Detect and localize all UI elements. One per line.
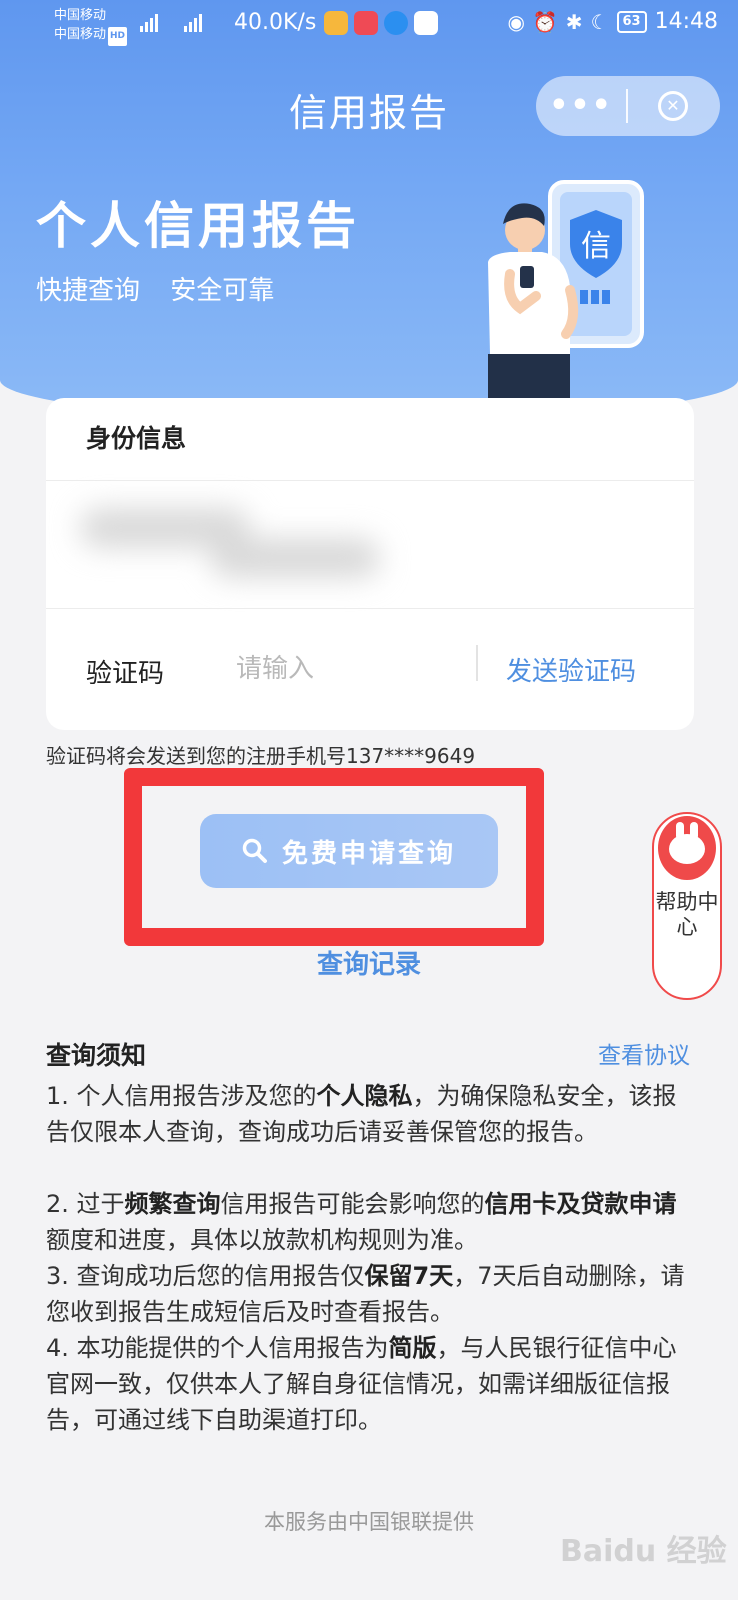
more-button[interactable]: ••• — [536, 76, 626, 136]
baidu-watermark: Baidu 经验 — [560, 1534, 727, 1569]
banner-subtitle: 快捷查询 安全可靠 — [36, 270, 296, 307]
blurred-identity-info — [70, 498, 390, 588]
send-code-button[interactable]: 发送验证码 — [506, 651, 636, 688]
mail-app-icon — [324, 11, 348, 35]
help-center-label: 帮助中心 — [655, 890, 719, 939]
banner-title: 个人信用报告 — [36, 197, 360, 255]
view-agreement-link[interactable]: 查看协议 — [598, 1036, 690, 1070]
music-app-icon — [414, 11, 438, 35]
banner-sub-1: 快捷查询 — [36, 276, 141, 306]
signal-icon-2 — [184, 14, 204, 34]
person-phone-illustration: 信 — [488, 180, 644, 398]
verify-code-label: 验证码 — [86, 659, 165, 689]
query-record-link[interactable]: 查询记录 — [0, 944, 738, 981]
notice-item-1: 1. 个人信用报告涉及您的个人隐私，为确保隐私安全，该报告仅限本人查询，查询成功… — [46, 1082, 677, 1146]
mini-program-capsule: ••• ✕ — [536, 76, 720, 136]
identity-card: 身份信息 验证码 发送验证码 — [46, 398, 694, 730]
signal-icon — [140, 14, 160, 34]
status-bar: 中国移动 中国移动 HD 40.0K/s ◉ ⏰ ✱ ☾ 63 14:48 — [0, 0, 738, 50]
free-apply-label: 免费申请查询 — [281, 838, 456, 869]
identity-header: 身份信息 — [86, 424, 187, 453]
verify-code-input[interactable] — [236, 649, 466, 689]
search-icon — [242, 838, 267, 863]
close-button[interactable]: ✕ — [628, 91, 718, 121]
eye-icon: ◉ — [507, 9, 525, 34]
close-icon: ✕ — [658, 91, 688, 121]
verify-divider — [476, 645, 478, 681]
carrier-info: 中国移动 中国移动 HD — [54, 6, 128, 46]
book-app-icon — [354, 11, 378, 35]
carrier-1: 中国移动 — [54, 8, 107, 23]
help-mascot-icon — [658, 816, 716, 880]
banner-sub-2: 安全可靠 — [170, 276, 275, 306]
notice-item-3: 3. 查询成功后您的信用报告仅保留7天，7天后自动删除，请您收到报告生成短信后及… — [46, 1262, 685, 1326]
hd-badge: HD — [108, 27, 128, 46]
notice-item-2: 2. 过于频繁查询信用报告可能会影响您的信用卡及贷款申请额度和进度，具体以放款机… — [46, 1190, 677, 1254]
sms-hint: 验证码将会发送到您的注册手机号137****9649 — [46, 744, 476, 768]
net-speed: 40.0K/s — [234, 10, 317, 35]
clock: 14:48 — [654, 9, 718, 34]
verify-code-row: 验证码 发送验证码 — [46, 613, 694, 725]
browser-app-icon — [384, 11, 408, 35]
card-divider — [46, 480, 694, 481]
moon-icon: ☾ — [590, 9, 609, 34]
help-center-button[interactable]: 帮助中心 — [652, 812, 722, 1000]
battery-icon: 63 — [616, 10, 647, 33]
status-right: ◉ ⏰ ✱ ☾ 63 14:48 — [507, 9, 718, 34]
shield-badge-char: 信 — [581, 229, 611, 264]
card-divider-2 — [46, 608, 694, 609]
notice-item-4: 4. 本功能提供的个人信用报告为简版，与人民银行征信中心官网一致，仅供本人了解自… — [46, 1334, 677, 1434]
bluetooth-icon: ✱ — [565, 9, 583, 34]
free-apply-button[interactable]: 免费申请查询 — [200, 814, 498, 888]
alarm-icon: ⏰ — [532, 9, 558, 34]
notice-title: 查询须知 — [46, 1041, 147, 1070]
carrier-2: 中国移动 — [54, 27, 107, 42]
